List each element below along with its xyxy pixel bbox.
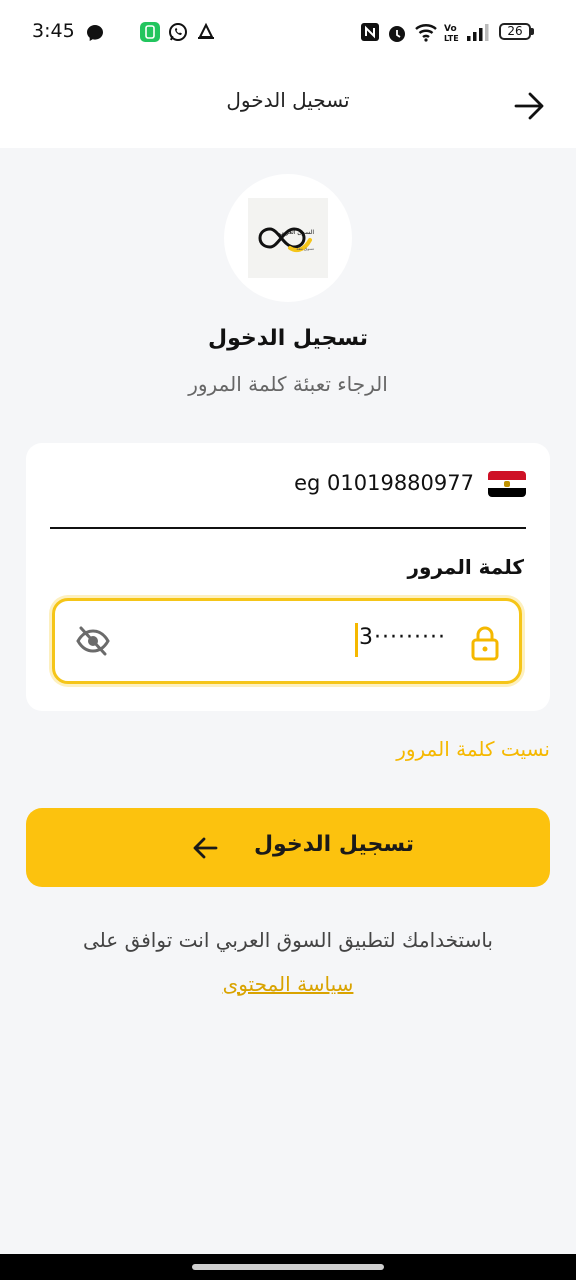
logo-avatar: السوق العربي تسوق بثقة bbox=[224, 174, 352, 302]
terms-text: باستخدامك لتطبيق السوق العربي انت توافق … bbox=[82, 928, 493, 952]
login-form-card: eg 01019880977 كلمة المرور 3········· bbox=[26, 443, 550, 711]
brand-logo-subtext: تسوق بثقة bbox=[296, 246, 314, 251]
nfc-icon bbox=[361, 23, 379, 41]
phone-field[interactable]: eg 01019880977 bbox=[50, 467, 526, 529]
egypt-flag-icon bbox=[488, 471, 526, 497]
battery-icon: 26 bbox=[499, 23, 531, 40]
text-caret bbox=[355, 623, 358, 657]
page-title: تسجيل الدخول bbox=[207, 326, 369, 351]
brand-logo-text: السوق العربي bbox=[279, 229, 314, 236]
password-label: كلمة المرور bbox=[407, 555, 524, 579]
app-header: تسجيل الدخول bbox=[0, 66, 576, 148]
brand-logo-icon: السوق العربي تسوق بثقة bbox=[258, 227, 314, 253]
login-button-label: تسجيل الدخول bbox=[253, 832, 414, 857]
alarm-icon bbox=[389, 26, 405, 42]
arrow-left-icon bbox=[193, 837, 218, 859]
volte-icon: Vo LTE bbox=[444, 24, 459, 42]
eye-off-icon[interactable] bbox=[75, 625, 111, 657]
status-time: 3:45 bbox=[32, 20, 75, 42]
home-gesture-handle[interactable] bbox=[192, 1264, 384, 1270]
content-policy-link[interactable]: سياسة المحتوى bbox=[0, 972, 576, 996]
app-notification-icon bbox=[140, 22, 160, 42]
system-nav-bar bbox=[0, 1254, 576, 1280]
logo-card: السوق العربي تسوق بثقة bbox=[248, 198, 328, 278]
bell-icon bbox=[198, 22, 214, 39]
login-button[interactable]: تسجيل الدخول bbox=[26, 808, 550, 887]
signal-icon bbox=[467, 24, 489, 41]
header-title: تسجيل الدخول bbox=[226, 88, 350, 112]
password-input[interactable]: 3········· bbox=[52, 598, 522, 684]
forgot-password-link[interactable]: نسيت كلمة المرور bbox=[396, 737, 550, 761]
svg-text:Vo: Vo bbox=[444, 24, 457, 34]
messenger-icon bbox=[87, 25, 103, 41]
battery-tip bbox=[531, 28, 534, 35]
phone-value: eg 01019880977 bbox=[294, 471, 474, 495]
page-subtitle: الرجاء تعبئة كلمة المرور bbox=[188, 372, 388, 396]
password-value: 3········· bbox=[359, 625, 446, 650]
arrow-right-icon[interactable] bbox=[512, 90, 548, 122]
wifi-icon bbox=[415, 24, 437, 42]
svg-text:LTE: LTE bbox=[444, 34, 459, 42]
status-bar: 3:45 Vo LTE 26 bbox=[0, 0, 576, 66]
lock-icon bbox=[471, 626, 499, 661]
whatsapp-icon bbox=[169, 23, 187, 41]
